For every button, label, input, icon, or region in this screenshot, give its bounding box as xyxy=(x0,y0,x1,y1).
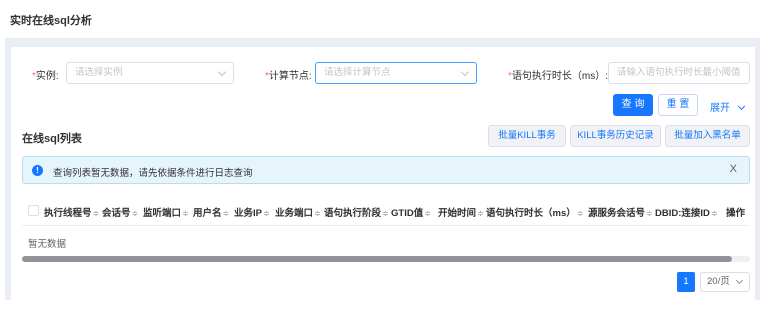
sort-icon: ≑ xyxy=(576,209,584,218)
instance-label: *实例: xyxy=(32,71,59,82)
col-source-session[interactable]: 源服务会话号≑ xyxy=(588,205,653,219)
list-title: 在线sql列表 xyxy=(22,133,82,145)
pagination-current-page[interactable]: 1 xyxy=(677,272,695,292)
info-icon: ! xyxy=(32,165,43,176)
compute-node-select[interactable]: 请选择计算节点 xyxy=(315,62,477,84)
col-duration[interactable]: 语句执行时长（ms）≑ xyxy=(486,205,583,219)
sort-icon: ≑ xyxy=(424,209,431,218)
sort-icon: ≑ xyxy=(382,209,389,218)
page-size-select[interactable]: 20/页 xyxy=(700,272,750,292)
empty-text: 暂无数据 xyxy=(28,239,67,250)
chevron-down-icon xyxy=(737,102,745,111)
reset-button[interactable]: 重 置 xyxy=(658,94,698,116)
sort-icon: ≑ xyxy=(182,209,189,218)
instance-select[interactable]: 请选择实例 xyxy=(66,62,234,84)
col-start-time[interactable]: 开始时间≑ xyxy=(438,205,484,219)
chevron-down-icon xyxy=(217,67,227,77)
compute-node-label: *计算节点: xyxy=(265,71,312,82)
sort-icon: ≑ xyxy=(314,209,321,218)
sort-icon: ≑ xyxy=(646,209,653,218)
sort-icon: ≑ xyxy=(131,209,139,218)
query-button[interactable]: 查 询 xyxy=(613,94,653,116)
expand-link[interactable]: 展开 xyxy=(710,99,745,114)
scrollbar-thumb[interactable] xyxy=(22,256,732,262)
horizontal-scrollbar[interactable] xyxy=(22,256,750,262)
col-business-ip[interactable]: 业务IP≑ xyxy=(234,205,270,219)
duration-label: *语句执行时长（ms）: xyxy=(508,71,609,82)
chevron-down-icon xyxy=(735,276,744,285)
close-icon[interactable]: X xyxy=(730,163,737,175)
col-thread-id[interactable]: 执行线程号≑ xyxy=(44,205,99,219)
sort-icon: ≑ xyxy=(222,209,230,218)
kill-history-button[interactable]: KILL事务历史记录 xyxy=(570,125,661,147)
chevron-down-icon xyxy=(460,67,470,77)
sort-icon: ≑ xyxy=(92,209,100,218)
batch-blacklist-button[interactable]: 批量加入黑名单 xyxy=(665,125,750,147)
col-session-id[interactable]: 会话号≑ xyxy=(102,205,138,219)
sort-icon: ≑ xyxy=(710,209,718,218)
page-title: 实时在线sql分析 xyxy=(10,15,92,27)
sort-icon: ≑ xyxy=(477,209,484,218)
col-business-port[interactable]: 业务端口≑ xyxy=(275,205,321,219)
col-exec-stage[interactable]: 语句执行阶段≑ xyxy=(324,205,389,219)
col-dbid-conn[interactable]: DBID:连接ID≑ xyxy=(655,205,718,219)
alert-text: 查询列表暂无数据，请先依据条件进行日志查询 xyxy=(53,168,253,179)
col-operation: 操作 xyxy=(726,208,746,219)
duration-input[interactable]: 请输入语句执行时长最小阈值 xyxy=(608,62,750,84)
col-listen-port[interactable]: 监听端口≑ xyxy=(143,205,189,219)
col-username[interactable]: 用户名≑ xyxy=(193,205,229,219)
info-alert: ! 查询列表暂无数据，请先依据条件进行日志查询 X xyxy=(22,156,750,184)
col-gtid[interactable]: GTID值≑ xyxy=(391,205,431,219)
table-header: 执行线程号≑ 会话号≑ 监听端口≑ 用户名≑ 业务IP≑ 业务端口≑ 语句执行阶… xyxy=(22,196,750,226)
batch-kill-button[interactable]: 批量KILL事务 xyxy=(488,125,566,147)
sort-icon: ≑ xyxy=(262,209,270,218)
select-all-checkbox[interactable] xyxy=(28,205,39,216)
